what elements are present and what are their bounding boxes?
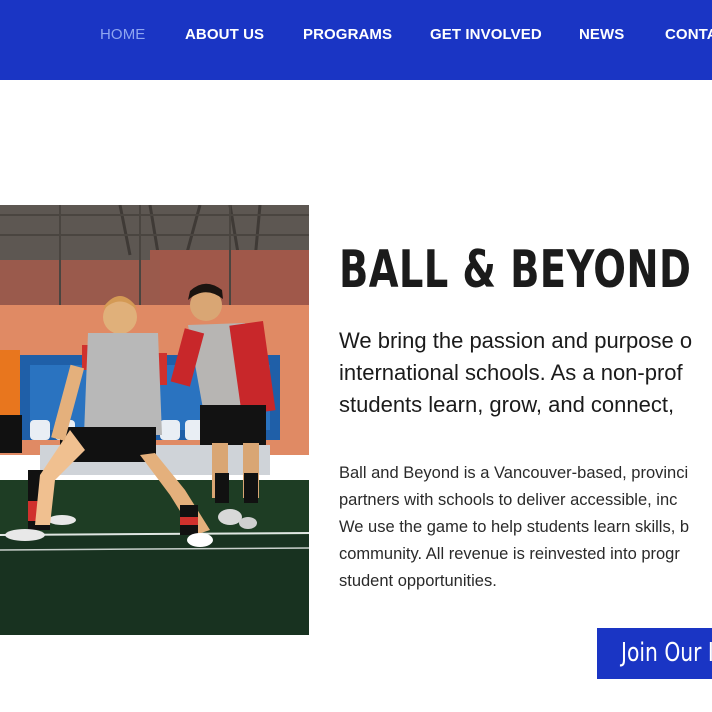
description-line: Ball and Beyond is a Vancouver-based, pr… [339,464,689,482]
nav-item-about-us[interactable]: ABOUT US [185,26,264,43]
hero-description: Ball and Beyond is a Vancouver-based, pr… [339,460,712,595]
nav-item-home[interactable]: HOME [100,26,145,43]
description-line: student opportunities. [339,572,497,590]
nav-item-programs[interactable]: PROGRAMS [303,26,392,43]
description-line: We use the game to help students learn s… [339,518,690,536]
lead-line: international schools. As a non-prof [339,360,683,385]
page: HOME ABOUT US PROGRAMS GET INVOLVED NEWS… [0,0,712,712]
soccer-players-image [0,205,309,635]
description-line: community. All revenue is reinvested int… [339,545,680,563]
lead-line: students learn, grow, and connect, [339,392,675,417]
hero-photo [0,205,309,635]
hero-lead-text: We bring the passion and purpose o inter… [339,325,712,421]
nav-item-news[interactable]: NEWS [579,26,624,43]
page-title: BALL & BEYOND [339,240,692,300]
nav-item-get-involved[interactable]: GET INVOLVED [430,26,542,43]
description-line: partners with schools to deliver accessi… [339,491,678,509]
top-navigation-bar: HOME ABOUT US PROGRAMS GET INVOLVED NEWS… [0,0,712,80]
join-button[interactable]: Join Our I [597,628,712,679]
join-button-label: Join Our I [621,638,712,668]
lead-line: We bring the passion and purpose o [339,328,693,353]
nav-item-contact[interactable]: CONTA [665,26,712,43]
